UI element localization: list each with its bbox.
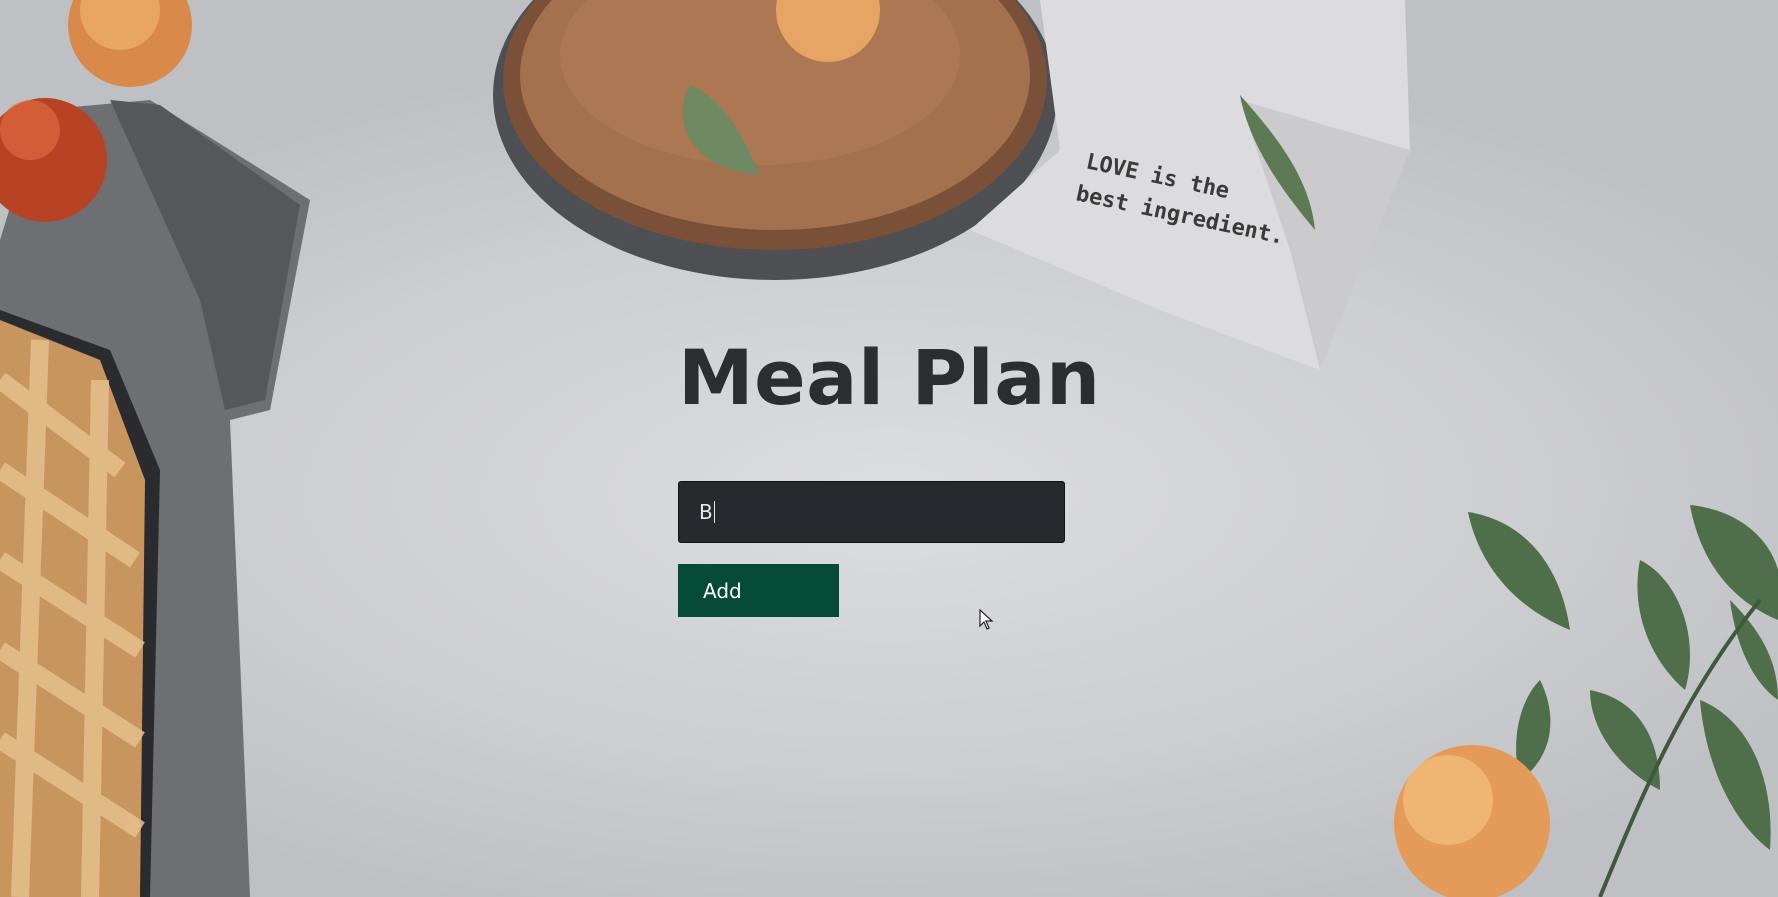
- page-title: Meal Plan: [678, 333, 1101, 422]
- meal-input[interactable]: B: [678, 481, 1065, 543]
- table-decoration: LOVE is the best ingredient.: [0, 0, 1778, 897]
- meal-input-value: B: [699, 500, 713, 524]
- text-caret: [713, 501, 715, 523]
- mouse-cursor-icon: [979, 609, 994, 630]
- plate-image: [493, 0, 1057, 280]
- add-button[interactable]: Add: [678, 564, 839, 617]
